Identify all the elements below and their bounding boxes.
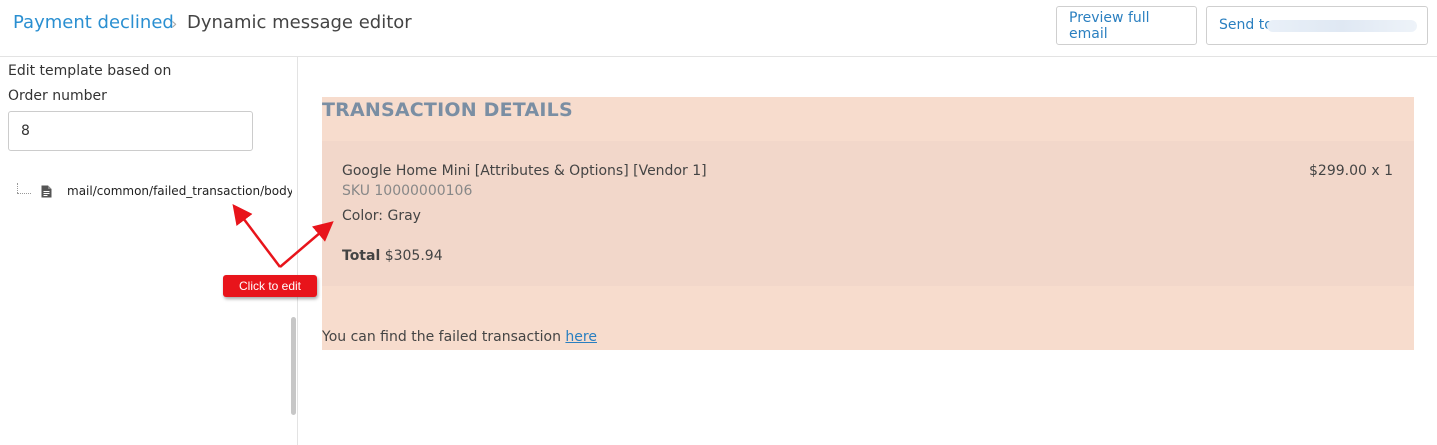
template-tree-item[interactable]: mail/common/failed_transaction/body.twig: [0, 181, 292, 201]
send-to-label: Send to: [1219, 17, 1273, 33]
item-color: Color: Gray: [342, 208, 421, 224]
item-name: Google Home Mini [Attributes & Options] …: [342, 163, 707, 179]
page-title: Dynamic message editor: [187, 12, 412, 33]
redacted-email: [1267, 20, 1417, 32]
email-preview[interactable]: TRANSACTION DETAILS Google Home Mini [At…: [322, 97, 1414, 350]
order-total: Total $305.94: [342, 248, 443, 264]
template-sidebar: Edit template based on Order number mail…: [0, 57, 298, 445]
order-item-box: Google Home Mini [Attributes & Options] …: [322, 141, 1414, 286]
tree-connector-branch: [17, 193, 31, 194]
total-label: Total: [342, 248, 381, 264]
send-to-button[interactable]: Send to: [1206, 6, 1428, 45]
edit-template-label: Edit template based on: [8, 63, 172, 79]
total-value: $305.94: [384, 248, 443, 264]
here-link[interactable]: here: [565, 329, 597, 345]
item-sku: SKU 10000000106: [342, 183, 473, 199]
breadcrumb-separator: ›: [171, 14, 178, 33]
item-price: $299.00 x 1: [1309, 163, 1393, 179]
footer-text: You can find the failed transaction: [322, 329, 566, 345]
preview-full-email-button[interactable]: Preview full email: [1056, 6, 1197, 45]
order-number-label: Order number: [8, 88, 107, 104]
tree-connector: [17, 183, 18, 193]
tree-item-label: mail/common/failed_transaction/body.twig: [67, 184, 292, 198]
footer-message: You can find the failed transaction here: [322, 329, 597, 345]
breadcrumb-payment-declined[interactable]: Payment declined: [13, 12, 174, 33]
transaction-details-heading: TRANSACTION DETAILS: [322, 99, 573, 121]
click-to-edit-callout: Click to edit: [223, 275, 317, 297]
file-icon: [41, 185, 52, 198]
top-bar: Payment declined › Dynamic message edito…: [0, 0, 1437, 57]
order-number-input[interactable]: [8, 111, 253, 151]
sidebar-scrollbar[interactable]: [291, 317, 296, 415]
